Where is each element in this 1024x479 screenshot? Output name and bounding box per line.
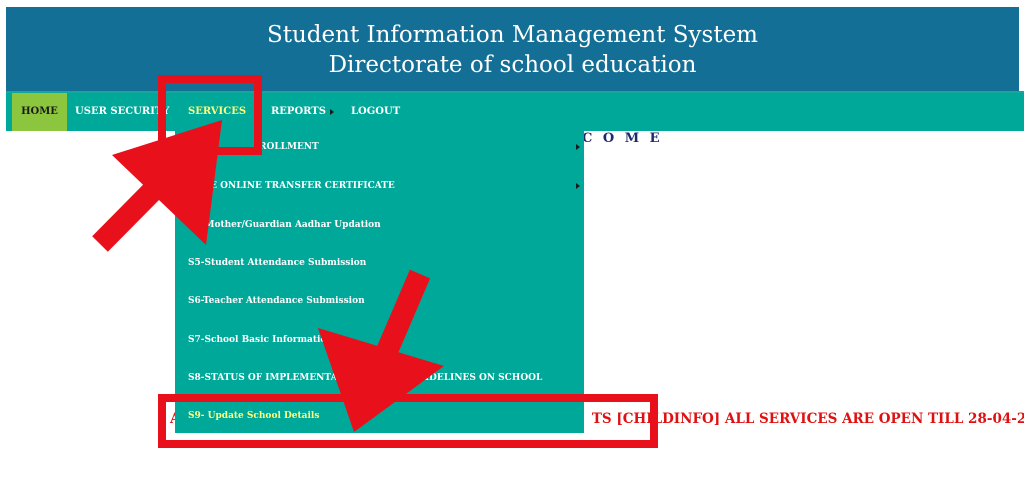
services-dropdown-menu: ROLLMENT S2 · E ONLINE TRANSFER CERTIFIC… <box>175 130 584 433</box>
reports-submenu-arrow-icon <box>330 109 334 115</box>
nav-reports[interactable]: REPORTS <box>271 93 326 131</box>
app-header: Student Information Management System Di… <box>6 7 1019 91</box>
nav-services[interactable]: SERVICES <box>188 93 246 131</box>
nav-user-security[interactable]: USER SECURITY <box>75 93 169 131</box>
menu-item-teacher-attendance[interactable]: S6-Teacher Attendance Submission <box>188 296 365 306</box>
nav-logout[interactable]: LOGOUT <box>351 93 400 131</box>
menu-item-online-transfer-certificate[interactable]: S2 · E ONLINE TRANSFER CERTIFICATE <box>188 181 395 191</box>
main-navbar: HOME USER SECURITY SERVICES REPORTS LOGO… <box>6 91 1024 131</box>
menu-item-update-school-details[interactable]: S9- Update School Details <box>188 411 319 421</box>
submenu-arrow-icon <box>576 144 580 150</box>
menu-item-enrollment[interactable]: ROLLMENT <box>259 142 319 152</box>
menu-item-student-attendance[interactable]: S5-Student Attendance Submission <box>188 258 366 268</box>
menu-item-aadhar-updation[interactable]: S3-Mother/Guardian Aadhar Updation <box>188 220 381 230</box>
notice-right-text: TS [CHILDINFO] ALL SERVICES ARE OPEN TIL… <box>591 411 1024 427</box>
nav-home[interactable]: HOME <box>12 93 67 131</box>
header-subtitle: Directorate of school education <box>328 52 697 78</box>
menu-item-school-basic-information[interactable]: S7-School Basic Information <box>188 335 333 345</box>
welcome-text: C O M E <box>582 131 663 146</box>
submenu-arrow-icon <box>576 183 580 189</box>
header-title: Student Information Management System <box>267 22 758 48</box>
menu-item-implementation-status[interactable]: S8-STATUS OF IMPLEMENTATI NATIONAL GUIDE… <box>188 373 542 383</box>
arrow-shaft-services <box>92 150 193 252</box>
